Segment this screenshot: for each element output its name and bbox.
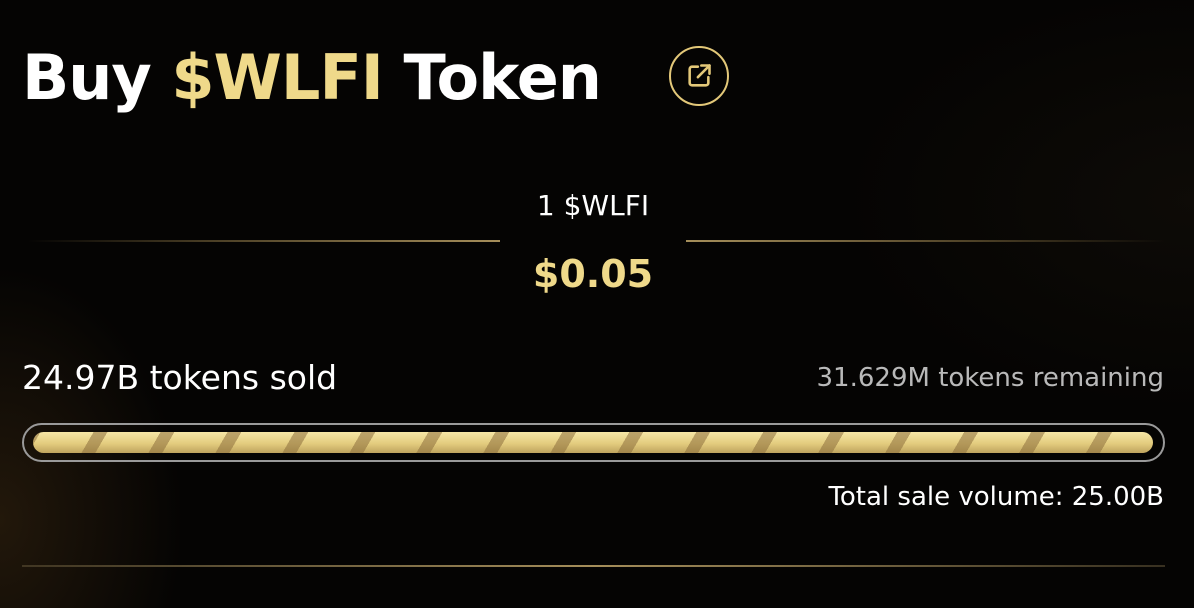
title-prefix: Buy <box>22 41 152 114</box>
token-sale-panel: Buy $WLFI Token 1 $WLFI $0.05 24.97B tok… <box>0 0 1194 608</box>
external-link-icon <box>688 64 711 87</box>
sale-progress-fill <box>33 432 1153 453</box>
price-divider-right <box>686 240 1166 242</box>
price-value: $0.05 <box>532 252 654 296</box>
tokens-sold-text: 24.97B tokens sold <box>22 358 338 397</box>
price-unit-label: 1 $WLFI <box>536 189 650 222</box>
page-title: Buy $WLFI Token <box>22 32 602 124</box>
price-divider-left <box>28 240 500 242</box>
tokens-remaining-text: 31.629M tokens remaining <box>816 363 1164 393</box>
title-suffix: Token <box>403 41 601 114</box>
total-sale-volume-text: Total sale volume: 25.00B <box>828 482 1164 512</box>
external-link-button[interactable] <box>669 46 729 106</box>
title-token: $WLFI <box>171 41 383 114</box>
bottom-divider <box>22 565 1165 567</box>
sale-progress-bar <box>22 423 1165 462</box>
